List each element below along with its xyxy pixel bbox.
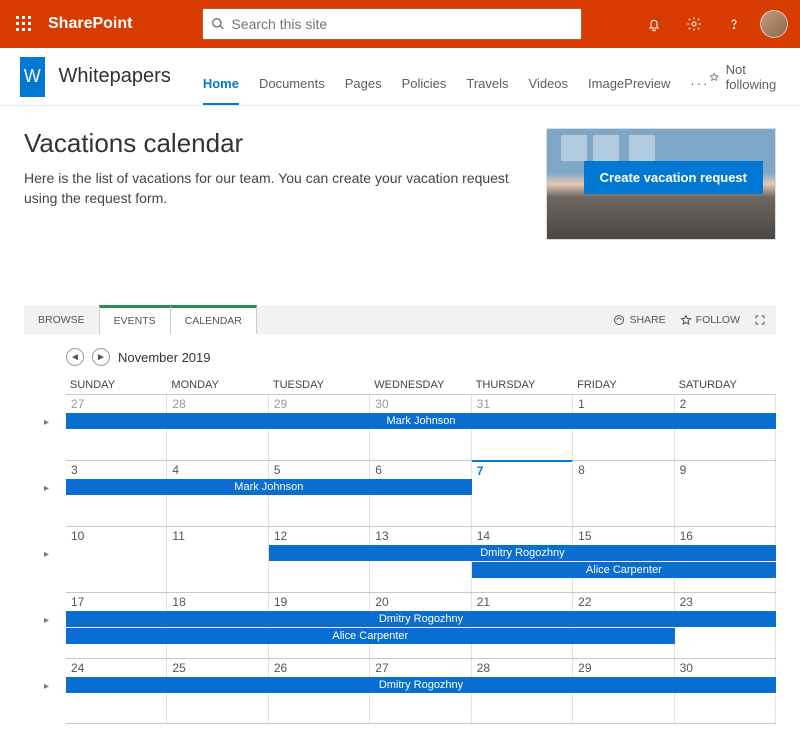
ribbon-follow[interactable]: FOLLOW	[680, 314, 740, 326]
calendar-event[interactable]: Dmitry Rogozhny	[66, 611, 776, 627]
ribbon-tab-calendar[interactable]: CALENDAR	[171, 305, 257, 334]
calendar-week: ▸24252627282930Dmitry Rogozhny	[66, 658, 776, 724]
help-icon[interactable]	[720, 10, 748, 38]
week-expand-icon[interactable]: ▸	[44, 681, 49, 692]
nav-more[interactable]: ···	[690, 76, 709, 105]
day-header: WEDNESDAY	[370, 376, 471, 394]
site-logo[interactable]: W	[20, 57, 45, 97]
suite-brand: SharePoint	[48, 15, 132, 33]
follow-label: Not following	[726, 62, 780, 92]
calendar-event[interactable]: Mark Johnson	[66, 413, 776, 429]
calendar-event[interactable]: Mark Johnson	[66, 479, 472, 495]
ribbon-share[interactable]: SHARE	[613, 314, 665, 326]
day-header: FRIDAY	[573, 376, 674, 394]
ribbon-tab-events[interactable]: EVENTS	[99, 305, 171, 334]
day-header: THURSDAY	[472, 376, 573, 394]
calendar-ribbon: BROWSE EVENTS CALENDAR SHARE FOLLOW	[24, 306, 776, 334]
calendar-cell[interactable]: 8	[573, 461, 674, 526]
nav-travels[interactable]: Travels	[466, 76, 508, 105]
calendar-event[interactable]: Dmitry Rogozhny	[269, 545, 776, 561]
star-icon	[709, 70, 719, 84]
site-header: W Whitepapers Home Documents Pages Policies…	[0, 48, 800, 106]
notifications-icon[interactable]	[640, 10, 668, 38]
week-expand-icon[interactable]: ▸	[44, 417, 49, 428]
calendar-event[interactable]: Alice Carpenter	[66, 628, 675, 644]
app-launcher-icon[interactable]	[8, 8, 40, 40]
calendar-week: ▸10111213141516Dmitry RogozhnyAlice Carp…	[66, 526, 776, 592]
share-icon	[613, 314, 625, 326]
calendar-cell[interactable]: 10	[66, 527, 167, 592]
calendar-event[interactable]: Alice Carpenter	[472, 562, 776, 578]
search-icon	[211, 17, 225, 31]
calendar-month-label: November 2019	[118, 350, 211, 365]
week-expand-icon[interactable]: ▸	[44, 615, 49, 626]
site-name[interactable]: Whitepapers	[59, 65, 171, 88]
settings-icon[interactable]	[680, 10, 708, 38]
calendar-next[interactable]: ►	[92, 348, 110, 366]
calendar-week: ▸17181920212223Dmitry RogozhnyAlice Carp…	[66, 592, 776, 658]
star-icon	[680, 314, 692, 326]
day-header: TUESDAY	[269, 376, 370, 394]
calendar-event[interactable]: Dmitry Rogozhny	[66, 677, 776, 693]
search-box[interactable]	[202, 8, 582, 40]
day-header: SUNDAY	[66, 376, 167, 394]
calendar-cell[interactable]: 7	[472, 460, 573, 526]
day-header: SATURDAY	[675, 376, 776, 394]
page-title: Vacations calendar	[24, 128, 526, 159]
calendar-cell[interactable]: 9	[675, 461, 776, 526]
nav-pages[interactable]: Pages	[345, 76, 382, 105]
page-description: Here is the list of vacations for our te…	[24, 169, 526, 208]
nav-home[interactable]: Home	[203, 76, 239, 105]
top-nav: Home Documents Pages Policies Travels Videos I…	[203, 48, 710, 105]
nav-documents[interactable]: Documents	[259, 76, 325, 105]
calendar-week: ▸272829303112Mark Johnson	[66, 394, 776, 460]
calendar-week: ▸3456789Mark Johnson	[66, 460, 776, 526]
nav-policies[interactable]: Policies	[402, 76, 447, 105]
hero-image: Create vacation request	[546, 128, 776, 240]
nav-imagepreview[interactable]: ImagePreview	[588, 76, 670, 105]
create-request-button[interactable]: Create vacation request	[584, 161, 763, 194]
ribbon-tab-browse[interactable]: BROWSE	[24, 306, 99, 334]
week-expand-icon[interactable]: ▸	[44, 483, 49, 494]
day-header: MONDAY	[167, 376, 268, 394]
user-avatar[interactable]	[760, 10, 788, 38]
ribbon-fullscreen-icon[interactable]	[754, 314, 766, 326]
search-input[interactable]	[231, 16, 573, 32]
follow-toggle[interactable]: Not following	[709, 62, 780, 92]
nav-videos[interactable]: Videos	[529, 76, 569, 105]
week-expand-icon[interactable]: ▸	[44, 549, 49, 560]
calendar-prev[interactable]: ◄	[66, 348, 84, 366]
suite-bar: SharePoint	[0, 0, 800, 48]
calendar-cell[interactable]: 11	[167, 527, 268, 592]
